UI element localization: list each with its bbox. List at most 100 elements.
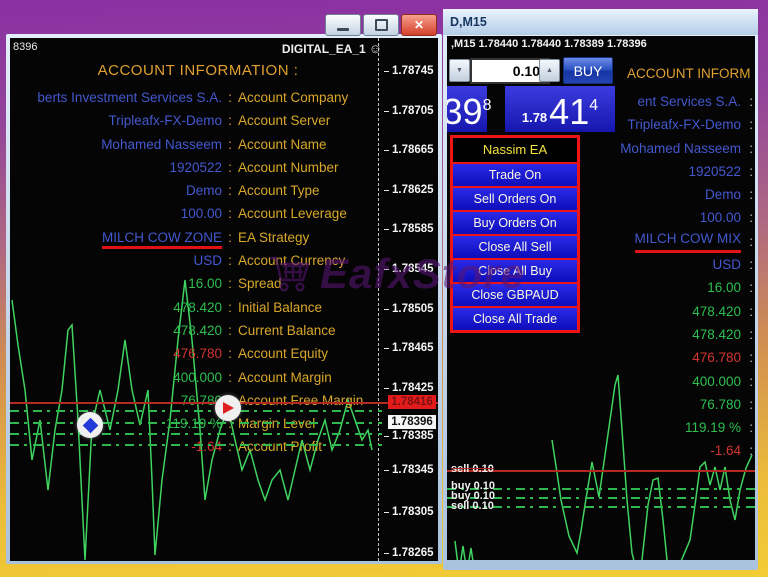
close-gbpaud-button[interactable]: Close GBPAUD (453, 282, 577, 306)
account-value: 478.420 (10, 319, 222, 342)
price-tick-label: 1.78465 (392, 342, 434, 354)
sell-orders-on-button[interactable]: Sell Orders On (453, 186, 577, 210)
close-all-trade-button[interactable]: Close All Trade (453, 306, 577, 330)
price-tick: 1.78505 (384, 303, 434, 315)
account-value-row: 478.420: (555, 300, 753, 323)
nassim-ea-menu: Nassim EA Trade On Sell Orders On Buy Or… (450, 135, 580, 333)
price-tick-label: 1.78705 (392, 105, 434, 117)
tick-mark (384, 553, 389, 554)
price-tick-label: 1.78585 (392, 223, 434, 235)
account-label: Account Equity (238, 342, 328, 365)
maximize-button[interactable] (363, 14, 399, 36)
price-tick-label: 1.78425 (392, 382, 434, 394)
price-tick: 1.78265 (384, 547, 434, 559)
account-information-title: ACCOUNT INFORM (627, 66, 755, 81)
account-row: 100.00:Account Leverage (10, 202, 386, 225)
account-label: Account Server (238, 109, 330, 132)
sell-price-pip: 8 (483, 98, 492, 114)
separator: : (222, 86, 238, 109)
account-label: Account Margin (238, 366, 332, 389)
sell-price-big: 39 (447, 92, 483, 132)
buy-signal-marker (77, 412, 103, 438)
price-tick: 1.78545 (384, 263, 434, 275)
account-value: Mohamed Nasseem (620, 137, 741, 160)
chart-scale-separator (378, 38, 379, 561)
minimize-icon (337, 28, 349, 31)
red-arrow-icon (223, 402, 234, 414)
account-value: 76.780 (700, 393, 741, 416)
account-value-row: 400.000: (555, 370, 753, 393)
account-value: Tripleafx-FX-Demo (627, 113, 741, 136)
account-label: Spread (238, 272, 282, 295)
account-row-ea-strategy: MILCH COW ZONE:EA Strategy (10, 226, 386, 249)
close-button[interactable]: ✕ (401, 14, 437, 36)
ohlc-info-bar: ,M15 1.78440 1.78440 1.78389 1.78396 (451, 38, 647, 50)
account-value-row: 1920522: (555, 160, 753, 183)
trade-on-button[interactable]: Trade On (453, 162, 577, 186)
account-row: Demo:Account Type (10, 179, 386, 202)
account-value: 76.780 (10, 389, 222, 412)
account-row: 400.000:Account Margin (10, 366, 386, 389)
separator: : (741, 183, 753, 206)
separator: : (222, 179, 238, 202)
right-chart-window: sell 0.10 buy 0.10 buy 0.10 sell 0.10 ,M… (447, 36, 755, 560)
tick-mark (384, 150, 389, 151)
account-value-row: -1.64: (555, 439, 753, 462)
account-row: 16.00:Spread (10, 272, 386, 295)
account-value: 1920522 (10, 156, 222, 179)
tick-mark (384, 388, 389, 389)
price-tick-label: 1.78345 (392, 464, 434, 476)
close-all-sell-button[interactable]: Close All Sell (453, 234, 577, 258)
account-information-title: ACCOUNT INFORMATION : (10, 62, 386, 79)
account-value: 119.19 % (685, 416, 741, 439)
bid-price-box: 1.78396 (388, 415, 436, 429)
price-tick: 1.78305 (384, 506, 434, 518)
account-label: Account Number (238, 156, 339, 179)
separator: : (222, 133, 238, 156)
buy-orders-on-button[interactable]: Buy Orders On (453, 210, 577, 234)
price-tick-label: 1.78625 (392, 184, 434, 196)
separator: : (741, 439, 753, 462)
level-line (10, 422, 382, 424)
lot-dropdown-button[interactable]: ▼ (449, 59, 470, 82)
right-window-titlebar[interactable]: D,M15 (443, 9, 758, 35)
separator: : (222, 109, 238, 132)
account-row: 76.780:Account Free Margin (10, 389, 386, 412)
account-value-row: 119.19 %: (555, 416, 753, 439)
price-tick: 1.78745 (384, 65, 434, 77)
account-value-row: ent Services S.A.: (555, 90, 753, 113)
separator: : (741, 113, 753, 136)
ea-strategy-value: MILCH COW MIX (635, 230, 742, 253)
account-label: Account Company (238, 86, 348, 109)
minimize-button[interactable] (325, 14, 361, 36)
account-value: 476.780 (692, 346, 741, 369)
account-value-row: Mohamed Nasseem: (555, 137, 753, 160)
separator: : (222, 272, 238, 295)
account-label: Account Leverage (238, 202, 347, 225)
account-value: USD (712, 253, 741, 276)
price-tick-label: 1.78665 (392, 144, 434, 156)
lot-increase-button[interactable]: ▲ (539, 59, 560, 82)
sell-order-label: sell 0.10 (451, 500, 494, 512)
account-value: 478.420 (692, 300, 741, 323)
separator: : (741, 253, 753, 276)
close-all-buy-button[interactable]: Close All Buy (453, 258, 577, 282)
chevron-up-icon: ▲ (546, 67, 553, 74)
tick-mark (384, 269, 389, 270)
level-line (10, 433, 382, 435)
account-value: 1920522 (688, 160, 741, 183)
lot-size-input[interactable] (470, 58, 550, 84)
ask-price-box: 1.78416 (388, 395, 436, 409)
account-label: Initial Balance (238, 296, 322, 319)
account-label: Current Balance (238, 319, 336, 342)
sell-price-display[interactable]: 39 8 (447, 86, 487, 132)
tick-mark (384, 190, 389, 191)
account-value-row: USD: (555, 253, 753, 276)
account-row: 478.420:Current Balance (10, 319, 386, 342)
blue-arrow-icon (82, 417, 98, 433)
account-row: USD:Account Currency (10, 249, 386, 272)
level-line (10, 410, 382, 412)
buy-button[interactable]: BUY (563, 57, 613, 84)
smiley-icon: ☺ (369, 41, 382, 56)
account-value-row: 476.780: (555, 346, 753, 369)
